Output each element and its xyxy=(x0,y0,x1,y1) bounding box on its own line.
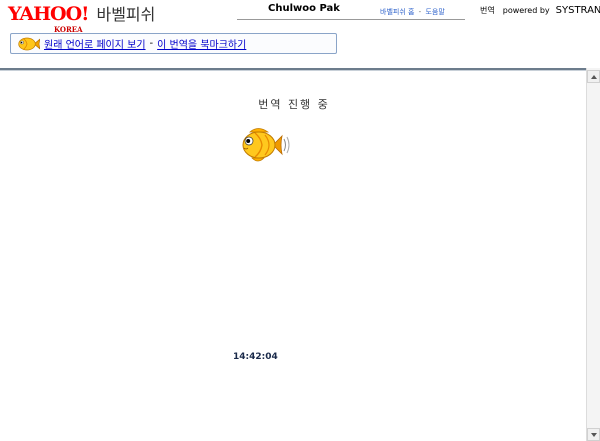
babelfish-home-link[interactable]: 바벨피쉬 홈 xyxy=(380,8,414,16)
yahoo-korea-logo[interactable]: YAHOO! KOREA 바벨피쉬 xyxy=(8,4,156,34)
service-name: 바벨피쉬 xyxy=(96,5,156,24)
frame-divider-shadow xyxy=(0,70,586,71)
bookmark-translation-link[interactable]: 이 번역을 북마크하기 xyxy=(157,36,246,51)
vertical-scrollbar[interactable] xyxy=(586,68,600,441)
babelfish-fish-icon xyxy=(242,128,290,162)
clock-text: 14:42:04 xyxy=(233,352,278,362)
page: YAHOO! KOREA 바벨피쉬 Chulwoo Pak 바벨피쉬 홈 - 도… xyxy=(0,0,600,441)
view-original-language-link[interactable]: 원래 언어로 페이지 보기 xyxy=(44,36,146,51)
babelfish-fish-icon xyxy=(18,37,40,50)
help-link[interactable]: 도움말 xyxy=(425,8,444,16)
translation-label: 번역 xyxy=(480,6,495,15)
user-name: Chulwoo Pak xyxy=(268,3,340,14)
top-links-separator: - xyxy=(418,8,422,16)
powered-by-systran: 번역 powered by SYSTRAN xyxy=(480,5,600,16)
link-separator: - xyxy=(149,38,154,49)
translation-status-text: 번역 진행 중 xyxy=(258,98,330,111)
powered-by-text: powered by xyxy=(502,6,550,15)
systran-brand: SYSTRAN xyxy=(555,5,600,16)
top-links: 바벨피쉬 홈 - 도움말 xyxy=(380,7,445,17)
arrow-up-icon xyxy=(590,74,597,79)
header-divider xyxy=(237,19,465,20)
translation-links-box: 원래 언어로 페이지 보기 - 이 번역을 북마크하기 xyxy=(10,33,337,54)
yahoo-logo-text: YAHOO! KOREA xyxy=(8,4,89,34)
scroll-down-button[interactable] xyxy=(587,428,600,441)
arrow-down-icon xyxy=(590,432,597,437)
scroll-up-button[interactable] xyxy=(587,70,600,83)
